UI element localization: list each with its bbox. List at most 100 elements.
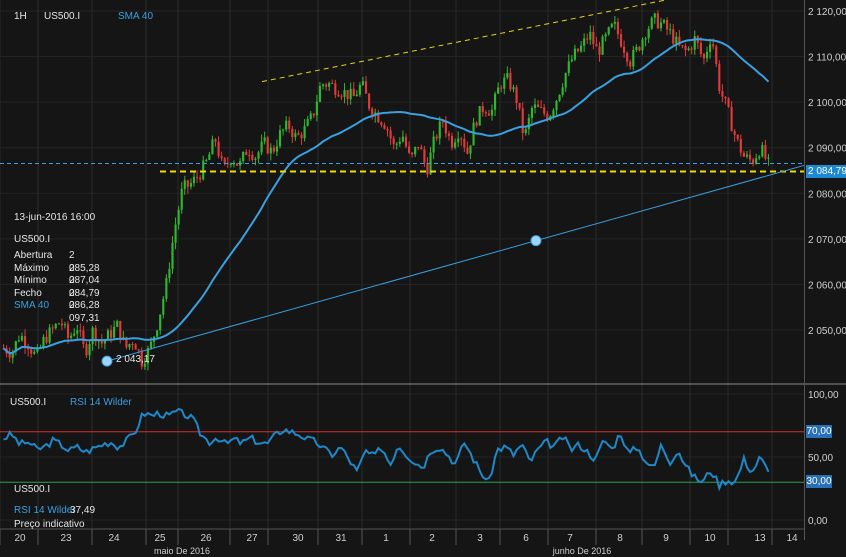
candle-body [361,81,365,85]
candle-body [85,344,88,356]
time-tick-label: 6 [523,533,529,544]
candle-body [755,158,758,164]
candle-body [214,139,217,142]
candle-body [632,49,635,67]
time-tick-label: 2 [429,533,435,544]
candle-body [518,103,521,109]
candle-body [220,156,223,159]
candle-body [174,224,177,243]
candle-body [30,349,33,354]
sma-legend[interactable]: SMA 40 [118,11,153,22]
candle-body [512,87,515,90]
axis-separator [804,0,805,540]
candle-body [426,162,429,175]
candle-body [702,54,706,59]
upper-trend-line [261,0,669,83]
candle-body [598,46,601,55]
rsi-info-value: 37,49 [70,505,96,516]
candle-body [684,45,687,50]
candle-body [349,88,352,100]
candle-body [159,314,162,331]
candle-body [91,327,94,344]
price-badge: 2 084,79 [806,165,846,179]
candle-body [460,138,463,140]
candle-body [364,81,368,94]
candle-body [315,101,318,116]
time-tick-label: 25 [154,533,166,544]
candle-body [328,82,331,87]
time-tick-label: 20 [14,533,26,544]
candle-body [533,104,537,108]
symbol-label[interactable]: US500.I [44,11,80,22]
candle-body [54,323,57,329]
candle-body [441,121,444,123]
price-tick-label: 2 080,00 [808,189,846,200]
candle-body [208,154,211,160]
candle-body [355,94,358,97]
candle-body [481,106,484,113]
candle-body [266,137,269,154]
candle-body [586,38,589,40]
candle-body [407,146,411,153]
rsi-legend[interactable]: RSI 14 Wilder [70,397,132,408]
time-tick-label: 31 [335,533,347,544]
candle-body [340,96,343,98]
price-tick-label: 2 060,00 [808,280,846,291]
candle-body [552,110,555,116]
time-tick-label: 30 [292,533,304,544]
candle-body [730,106,733,132]
price-tick-label: 2 090,00 [808,144,846,155]
candle-body [119,320,122,340]
candle-body [318,85,322,102]
candle-body [180,188,183,210]
candle-body [306,119,309,126]
candle-body [352,88,355,97]
candle-body [669,29,672,31]
candle-body [189,183,193,187]
candle-body [48,327,51,343]
candle-body [113,326,116,338]
candle-body [171,242,174,269]
month-label: maio De 2016 [154,546,210,556]
candle-body [76,330,79,334]
oversold-badge: 30,00 [806,475,832,489]
candle-body [205,159,208,161]
candle-body [417,146,420,148]
candle-body [42,336,45,347]
candle-body [251,154,254,160]
candle-body [395,143,398,145]
candle-body [303,125,306,139]
info-row: Mínimo 2 084,79 [14,275,104,299]
candle-body [500,87,503,89]
candle-body [386,128,389,131]
chart-canvas[interactable]: 2 120,002 110,002 100,002 090,002 080,00… [0,0,846,557]
candle-body [192,176,196,184]
candle-body [626,52,629,62]
candle-body [297,133,300,135]
time-axis: 20 23 24 25 26 27 30 31 1 2 3 6 7 8 9 10 13 14maio De 201… [0,528,804,557]
candle-body [595,44,598,47]
time-tick-label: 10 [704,533,716,544]
candle-body [309,113,312,120]
candle-body [278,130,282,147]
candle-body [463,138,466,148]
candle-body [401,136,404,142]
price-tick-label: 2 120,00 [808,7,846,18]
candle-body [321,84,325,86]
candle-body [245,151,248,155]
candle-body [748,154,752,160]
candle-body [739,138,742,153]
candle-body [579,45,583,52]
rsi-symbol-label[interactable]: US500.I [10,397,46,408]
candle-body [438,121,441,139]
candle-body [564,73,567,88]
candle-body [515,87,518,104]
candle-body [346,90,349,100]
candle-body [583,38,586,46]
timeframe-label[interactable]: 1H [14,11,27,22]
candle-body [282,129,285,131]
candle-body [285,120,288,130]
candle-body [727,98,730,107]
time-tick-label: 3 [477,533,483,544]
candle-body [291,128,294,138]
